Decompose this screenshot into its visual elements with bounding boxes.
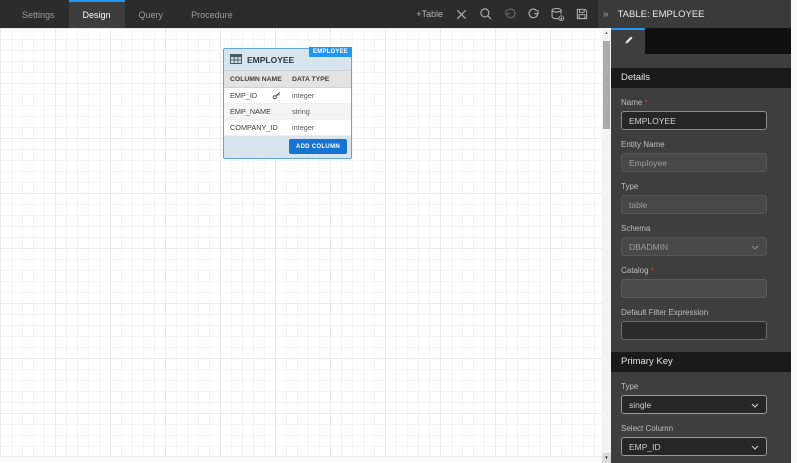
redo-icon[interactable]	[525, 6, 542, 23]
default-filter-label: Default Filter Expression	[621, 308, 709, 317]
add-column-button[interactable]: ADD COLUMN	[289, 139, 347, 154]
tab-design[interactable]: Design	[68, 0, 125, 28]
type-input[interactable]	[621, 195, 767, 214]
scrollbar-thumb[interactable]	[603, 41, 610, 129]
row-type: integer	[292, 123, 315, 132]
tab-procedure[interactable]: Procedure	[177, 0, 247, 28]
app-window: Settings Design Query Procedure +Table »…	[0, 0, 797, 463]
schema-select[interactable]: DBADMIN	[621, 237, 767, 256]
entity-row-emp-id[interactable]: EMP_ID integer	[224, 88, 351, 104]
pk-type-value: single	[629, 399, 652, 410]
collapse-panel-icon[interactable]: »	[603, 9, 609, 20]
mode-tabs: Settings Design Query Procedure	[0, 0, 247, 28]
vertical-scrollbar[interactable]: ▲ ▼	[602, 28, 611, 463]
pk-type-label: Type	[621, 382, 639, 391]
column-name-header: COLUMN NAME	[230, 75, 282, 83]
save-to-database-icon[interactable]	[549, 6, 566, 23]
required-mark: *	[650, 266, 654, 275]
properties-panel-header: » TABLE: EMPLOYEE	[598, 0, 791, 28]
entity-name-label: Entity Name	[621, 140, 665, 149]
row-name: COMPANY_ID	[230, 123, 278, 132]
toolbar-actions: +Table	[416, 0, 598, 28]
entity-footer: ADD COLUMN	[224, 136, 351, 158]
entity-row-emp-name[interactable]: EMP_NAME string	[224, 104, 351, 120]
chevron-down-icon	[751, 242, 759, 252]
entity-columns-header: COLUMN NAME DATA TYPE	[224, 70, 351, 88]
select-column-select[interactable]: EMP_ID	[621, 437, 767, 456]
close-icon[interactable]	[453, 6, 470, 23]
catalog-input[interactable]	[621, 279, 767, 298]
scroll-down-icon[interactable]: ▼	[602, 453, 611, 463]
entity-badge: EMPLOYEE	[309, 47, 352, 57]
panel-tabstrip	[611, 28, 791, 54]
pencil-icon	[623, 33, 634, 51]
schema-label: Schema	[621, 224, 651, 233]
name-input[interactable]	[621, 111, 767, 130]
tab-query[interactable]: Query	[125, 0, 178, 28]
search-icon[interactable]	[477, 6, 494, 23]
tab-settings[interactable]: Settings	[8, 0, 69, 28]
chevron-down-icon	[751, 442, 759, 452]
panel-title: TABLE: EMPLOYEE	[617, 8, 705, 20]
table-icon	[230, 53, 242, 66]
entity-name-input[interactable]	[621, 153, 767, 172]
save-icon[interactable]	[573, 6, 590, 23]
pk-type-select[interactable]: single	[621, 395, 767, 414]
default-filter-input[interactable]	[621, 321, 767, 340]
required-mark: *	[644, 98, 648, 107]
chevron-down-icon	[751, 400, 759, 410]
name-label: Name *	[621, 98, 648, 107]
scroll-up-icon[interactable]: ▲	[602, 28, 611, 38]
row-type: string	[292, 107, 310, 116]
add-table-button[interactable]: +Table	[416, 9, 443, 19]
horizontal-scrollbar[interactable]	[0, 456, 602, 463]
primary-key-icon	[272, 91, 281, 100]
row-name: EMP_NAME	[230, 107, 271, 116]
row-name: EMP_ID	[230, 91, 258, 100]
entity-table-employee[interactable]: EMPLOYEE EMPLOYEE COLUMN NAME DATA TYPE …	[223, 47, 352, 159]
details-section-header: Details	[611, 68, 791, 88]
data-type-header: DATA TYPE	[292, 75, 330, 83]
catalog-label: Catalog *	[621, 266, 654, 275]
entity-row-company-id[interactable]: COMPANY_ID integer	[224, 120, 351, 136]
design-canvas[interactable]: EMPLOYEE EMPLOYEE COLUMN NAME DATA TYPE …	[0, 28, 602, 463]
panel-scrollbar-track[interactable]	[791, 0, 797, 463]
select-column-value: EMP_ID	[629, 441, 661, 452]
top-toolbar: Settings Design Query Procedure +Table	[0, 0, 598, 28]
row-type: integer	[292, 91, 315, 100]
primary-key-section-header: Primary Key	[611, 352, 791, 372]
type-label: Type	[621, 182, 639, 191]
select-column-label: Select Column	[621, 424, 674, 433]
undo-icon[interactable]	[501, 6, 518, 23]
schema-value: DBADMIN	[629, 241, 669, 252]
entity-title: EMPLOYEE	[247, 54, 295, 65]
properties-panel: Details Name* Entity Name Type Schema DB…	[611, 28, 791, 463]
tab-edit[interactable]	[611, 28, 645, 54]
